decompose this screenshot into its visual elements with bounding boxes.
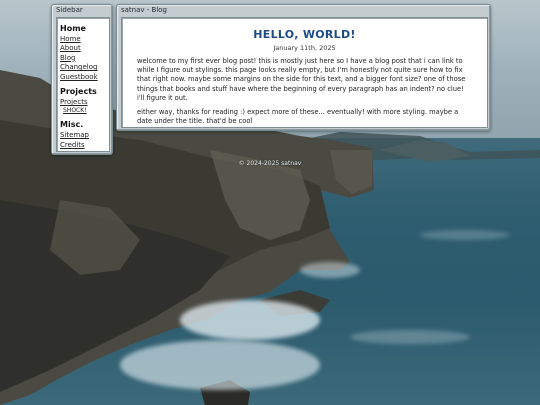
sidebar-link-blog[interactable]: Blog <box>60 54 109 63</box>
footer-copyright: © 2024-2025 satnav <box>238 160 302 167</box>
sidebar-link-guestbook[interactable]: Guestbook <box>60 73 109 82</box>
surf-foam <box>120 340 320 390</box>
surf-foam <box>300 262 360 278</box>
post-paragraph: either way, thanks for reading :) expect… <box>137 108 459 126</box>
sidebar-link-changelog[interactable]: Changelog <box>60 63 109 72</box>
sidebar-heading-projects: Projects <box>60 87 97 97</box>
post-date: January 11th, 2025 <box>273 44 336 52</box>
sidebar-heading-misc: Misc. <box>60 120 84 130</box>
blog-window-title: satnav - Blog <box>121 6 167 14</box>
sidebar-link-shock[interactable]: SHOCK! <box>60 107 109 115</box>
sidebar-heading-home: Home <box>60 24 86 33</box>
sidebar-link-projects[interactable]: Projects <box>60 98 109 107</box>
surf-foam <box>420 230 510 240</box>
sidebar-link-sitemap[interactable]: Sitemap <box>60 131 109 140</box>
sidebar-window: Sidebar Home Home About Blog Changelog G… <box>51 4 113 155</box>
sidebar-link-credits[interactable]: Credits <box>60 141 109 150</box>
sidebar-window-title: Sidebar <box>56 6 83 14</box>
sidebar-content: Home Home About Blog Changelog Guestbook… <box>56 17 110 152</box>
surf-foam <box>180 300 320 340</box>
post-title: HELLO, WORLD! <box>253 28 356 41</box>
blog-window: satnav - Blog HELLO, WORLD! January 11th… <box>116 4 491 131</box>
surf-foam <box>350 330 470 344</box>
blog-content: HELLO, WORLD! January 11th, 2025 welcome… <box>121 17 488 128</box>
sidebar-link-about[interactable]: About <box>60 44 109 53</box>
sidebar-link-home[interactable]: Home <box>60 35 109 44</box>
post-paragraph: welcome to my first ever blog post! this… <box>137 57 466 102</box>
